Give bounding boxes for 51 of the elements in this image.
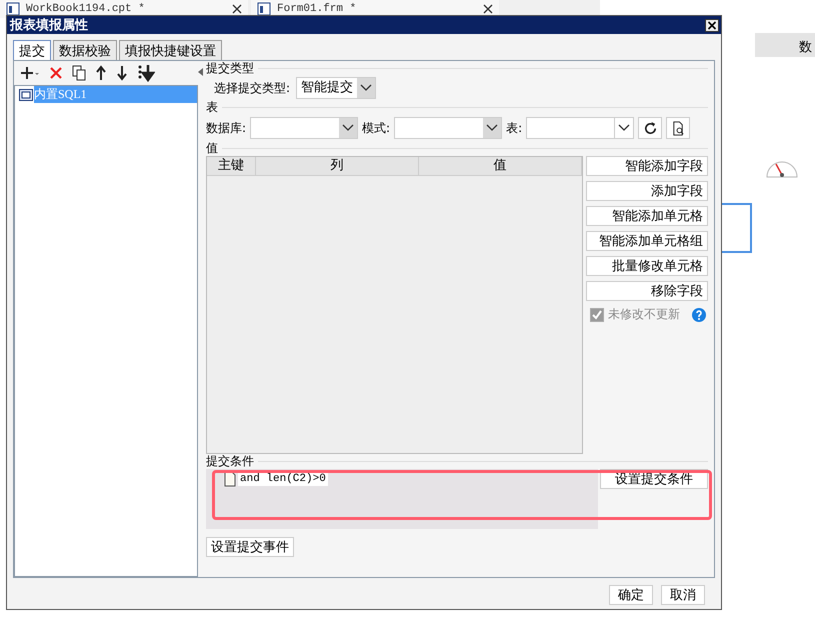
tab-button[interactable]: 数 — [755, 33, 815, 57]
section-title: 提交类型 — [206, 62, 254, 75]
file-tab-label: WorkBook1194.cpt * — [26, 3, 145, 15]
set-event-button[interactable]: 设置提交事件 — [206, 537, 294, 557]
action-button[interactable]: 移除字段 — [586, 281, 708, 301]
tab[interactable]: 填报快捷键设置 — [119, 40, 222, 61]
field-label: 模式: — [362, 120, 390, 136]
action-button[interactable]: 添加字段 — [586, 181, 708, 201]
condition-text[interactable]: and len(C2)>0 — [238, 472, 328, 486]
refresh-button[interactable] — [638, 117, 662, 139]
move-bottom-icon[interactable] — [137, 64, 155, 82]
delete-icon[interactable] — [49, 66, 63, 80]
collapse-arrow-icon[interactable] — [198, 68, 203, 76]
action-button[interactable]: 智能添加单元格组 — [586, 231, 708, 251]
action-button[interactable]: 批量修改单元格 — [586, 256, 708, 276]
checkbox-label: 未修改不更新 — [608, 306, 680, 323]
field-label: 选择提交类型: — [214, 80, 290, 96]
field-label: 数据库: — [206, 120, 246, 136]
chevron-down-icon — [342, 124, 354, 132]
tab[interactable]: 数据校验 — [53, 40, 117, 61]
close-icon[interactable] — [705, 18, 719, 32]
window-title: 报表填报属性 — [10, 17, 88, 34]
dialog-button[interactable]: 确定 — [609, 585, 653, 605]
arrow-up-icon[interactable] — [95, 65, 107, 81]
add-icon[interactable] — [20, 65, 40, 81]
table-icon — [19, 88, 33, 100]
action-button[interactable]: 智能添加单元格 — [586, 206, 708, 226]
field-label: 表: — [506, 120, 522, 136]
tab[interactable]: 提交 — [13, 40, 51, 61]
action-button[interactable]: 智能添加字段 — [586, 156, 708, 176]
chevron-down-icon — [360, 84, 372, 92]
chevron-down-icon — [618, 124, 630, 132]
copy-icon[interactable] — [72, 65, 86, 81]
column-header[interactable]: 主键 — [207, 157, 256, 175]
document-search-icon — [670, 120, 686, 136]
refresh-icon — [642, 120, 658, 136]
file-tab-label: Form01.frm * — [277, 3, 356, 15]
section-title: 表 — [206, 101, 218, 114]
column-header[interactable]: 列 — [256, 157, 419, 175]
chevron-down-icon — [486, 124, 498, 132]
close-icon[interactable] — [483, 4, 493, 14]
submit-type-dropdown[interactable]: 智能提交 — [296, 77, 376, 99]
document-icon — [224, 471, 236, 487]
close-icon[interactable] — [232, 4, 242, 14]
section-title: 提交条件 — [206, 455, 254, 468]
section-title: 值 — [206, 142, 218, 155]
help-icon[interactable] — [692, 308, 706, 322]
preview-button[interactable] — [666, 117, 690, 139]
arrow-down-icon[interactable] — [116, 65, 128, 81]
dialog-button[interactable]: 取消 — [661, 585, 705, 605]
column-header[interactable]: 值 — [419, 157, 582, 175]
